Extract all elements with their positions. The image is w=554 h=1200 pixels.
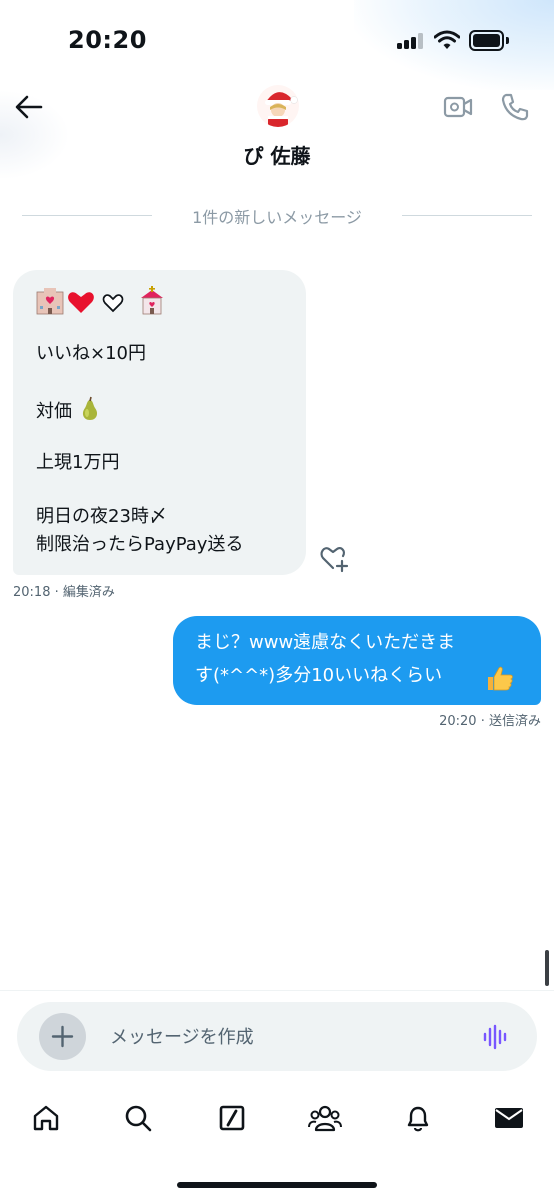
new-messages-divider: 1件の新しいメッセージ [22, 200, 532, 230]
message-line: 対価 [36, 396, 102, 424]
red-heart-icon [68, 292, 94, 313]
search-icon [125, 1105, 152, 1132]
outgoing-message-meta: 20:20 · 送信済み [439, 714, 541, 729]
status-bar: 20:20 [0, 0, 554, 80]
pear-icon [82, 396, 97, 420]
emoji-row [35, 286, 175, 316]
message-composer [17, 1002, 537, 1071]
outgoing-message-bubble[interactable]: まじ？www遠慮なくいただきま す(*^^*)多分10いいねくらい [173, 616, 541, 705]
video-camera-icon[interactable] [443, 94, 473, 120]
status-time: 20:20 [68, 26, 147, 54]
message-time: 20:20 [439, 714, 477, 729]
home-icon [33, 1105, 59, 1131]
composer-separator [0, 990, 554, 991]
message-line: 明日の夜23時〆 [36, 506, 167, 527]
message-line: す(*^^*)多分10いいねくらい [195, 665, 443, 686]
battery-icon [469, 30, 509, 51]
arrow-left-icon[interactable] [14, 94, 44, 120]
home-indicator [177, 1182, 377, 1188]
white-heart-icon [102, 294, 124, 313]
tab-home[interactable] [26, 1098, 66, 1138]
phone-icon[interactable] [500, 92, 530, 122]
message-status: 編集済み [62, 585, 115, 600]
add-media-button[interactable] [39, 1013, 86, 1060]
avatar[interactable] [257, 85, 299, 127]
message-line: まじ？www遠慮なくいただきま [195, 632, 456, 653]
incoming-message-bubble[interactable]: いいね×10円 対価 上現1万円 明日の夜23時〆 制限治ったらPayPay送る [13, 270, 306, 575]
contact-name[interactable]: ぴ 佐藤 [0, 140, 554, 169]
message-line: 上現1万円 [36, 452, 120, 473]
conversation-header: ぴ 佐藤 [0, 80, 554, 180]
incoming-message-meta: 20:18 · 編集済み [13, 585, 115, 600]
bottom-tab-bar [0, 1090, 554, 1150]
tab-communities[interactable] [305, 1098, 345, 1138]
message-time: 20:18 [13, 585, 51, 600]
people-icon [308, 1105, 342, 1132]
love-hotel-icon [36, 288, 64, 315]
tab-notifications[interactable] [398, 1098, 438, 1138]
wifi-icon [434, 30, 460, 49]
tab-messages[interactable] [489, 1098, 529, 1138]
message-status: 送信済み [488, 714, 541, 729]
message-line: 制限治ったらPayPay送る [36, 534, 244, 555]
envelope-icon [495, 1108, 523, 1128]
slash-box-icon [219, 1105, 245, 1131]
thumbs-up-icon [488, 666, 513, 691]
tab-grok[interactable] [212, 1098, 252, 1138]
message-input[interactable] [110, 1022, 460, 1052]
new-messages-label: 1件の新しいメッセージ [192, 208, 362, 227]
cellular-signal-icon [397, 33, 425, 49]
scrollbar[interactable] [545, 950, 549, 986]
wedding-chapel-icon [141, 286, 163, 315]
tab-search[interactable] [118, 1098, 158, 1138]
heart-plus-icon[interactable] [318, 543, 352, 573]
bell-icon [407, 1106, 429, 1132]
message-line: いいね×10円 [36, 343, 146, 364]
voice-wave-icon[interactable] [481, 1022, 511, 1052]
plus-icon [51, 1025, 74, 1048]
